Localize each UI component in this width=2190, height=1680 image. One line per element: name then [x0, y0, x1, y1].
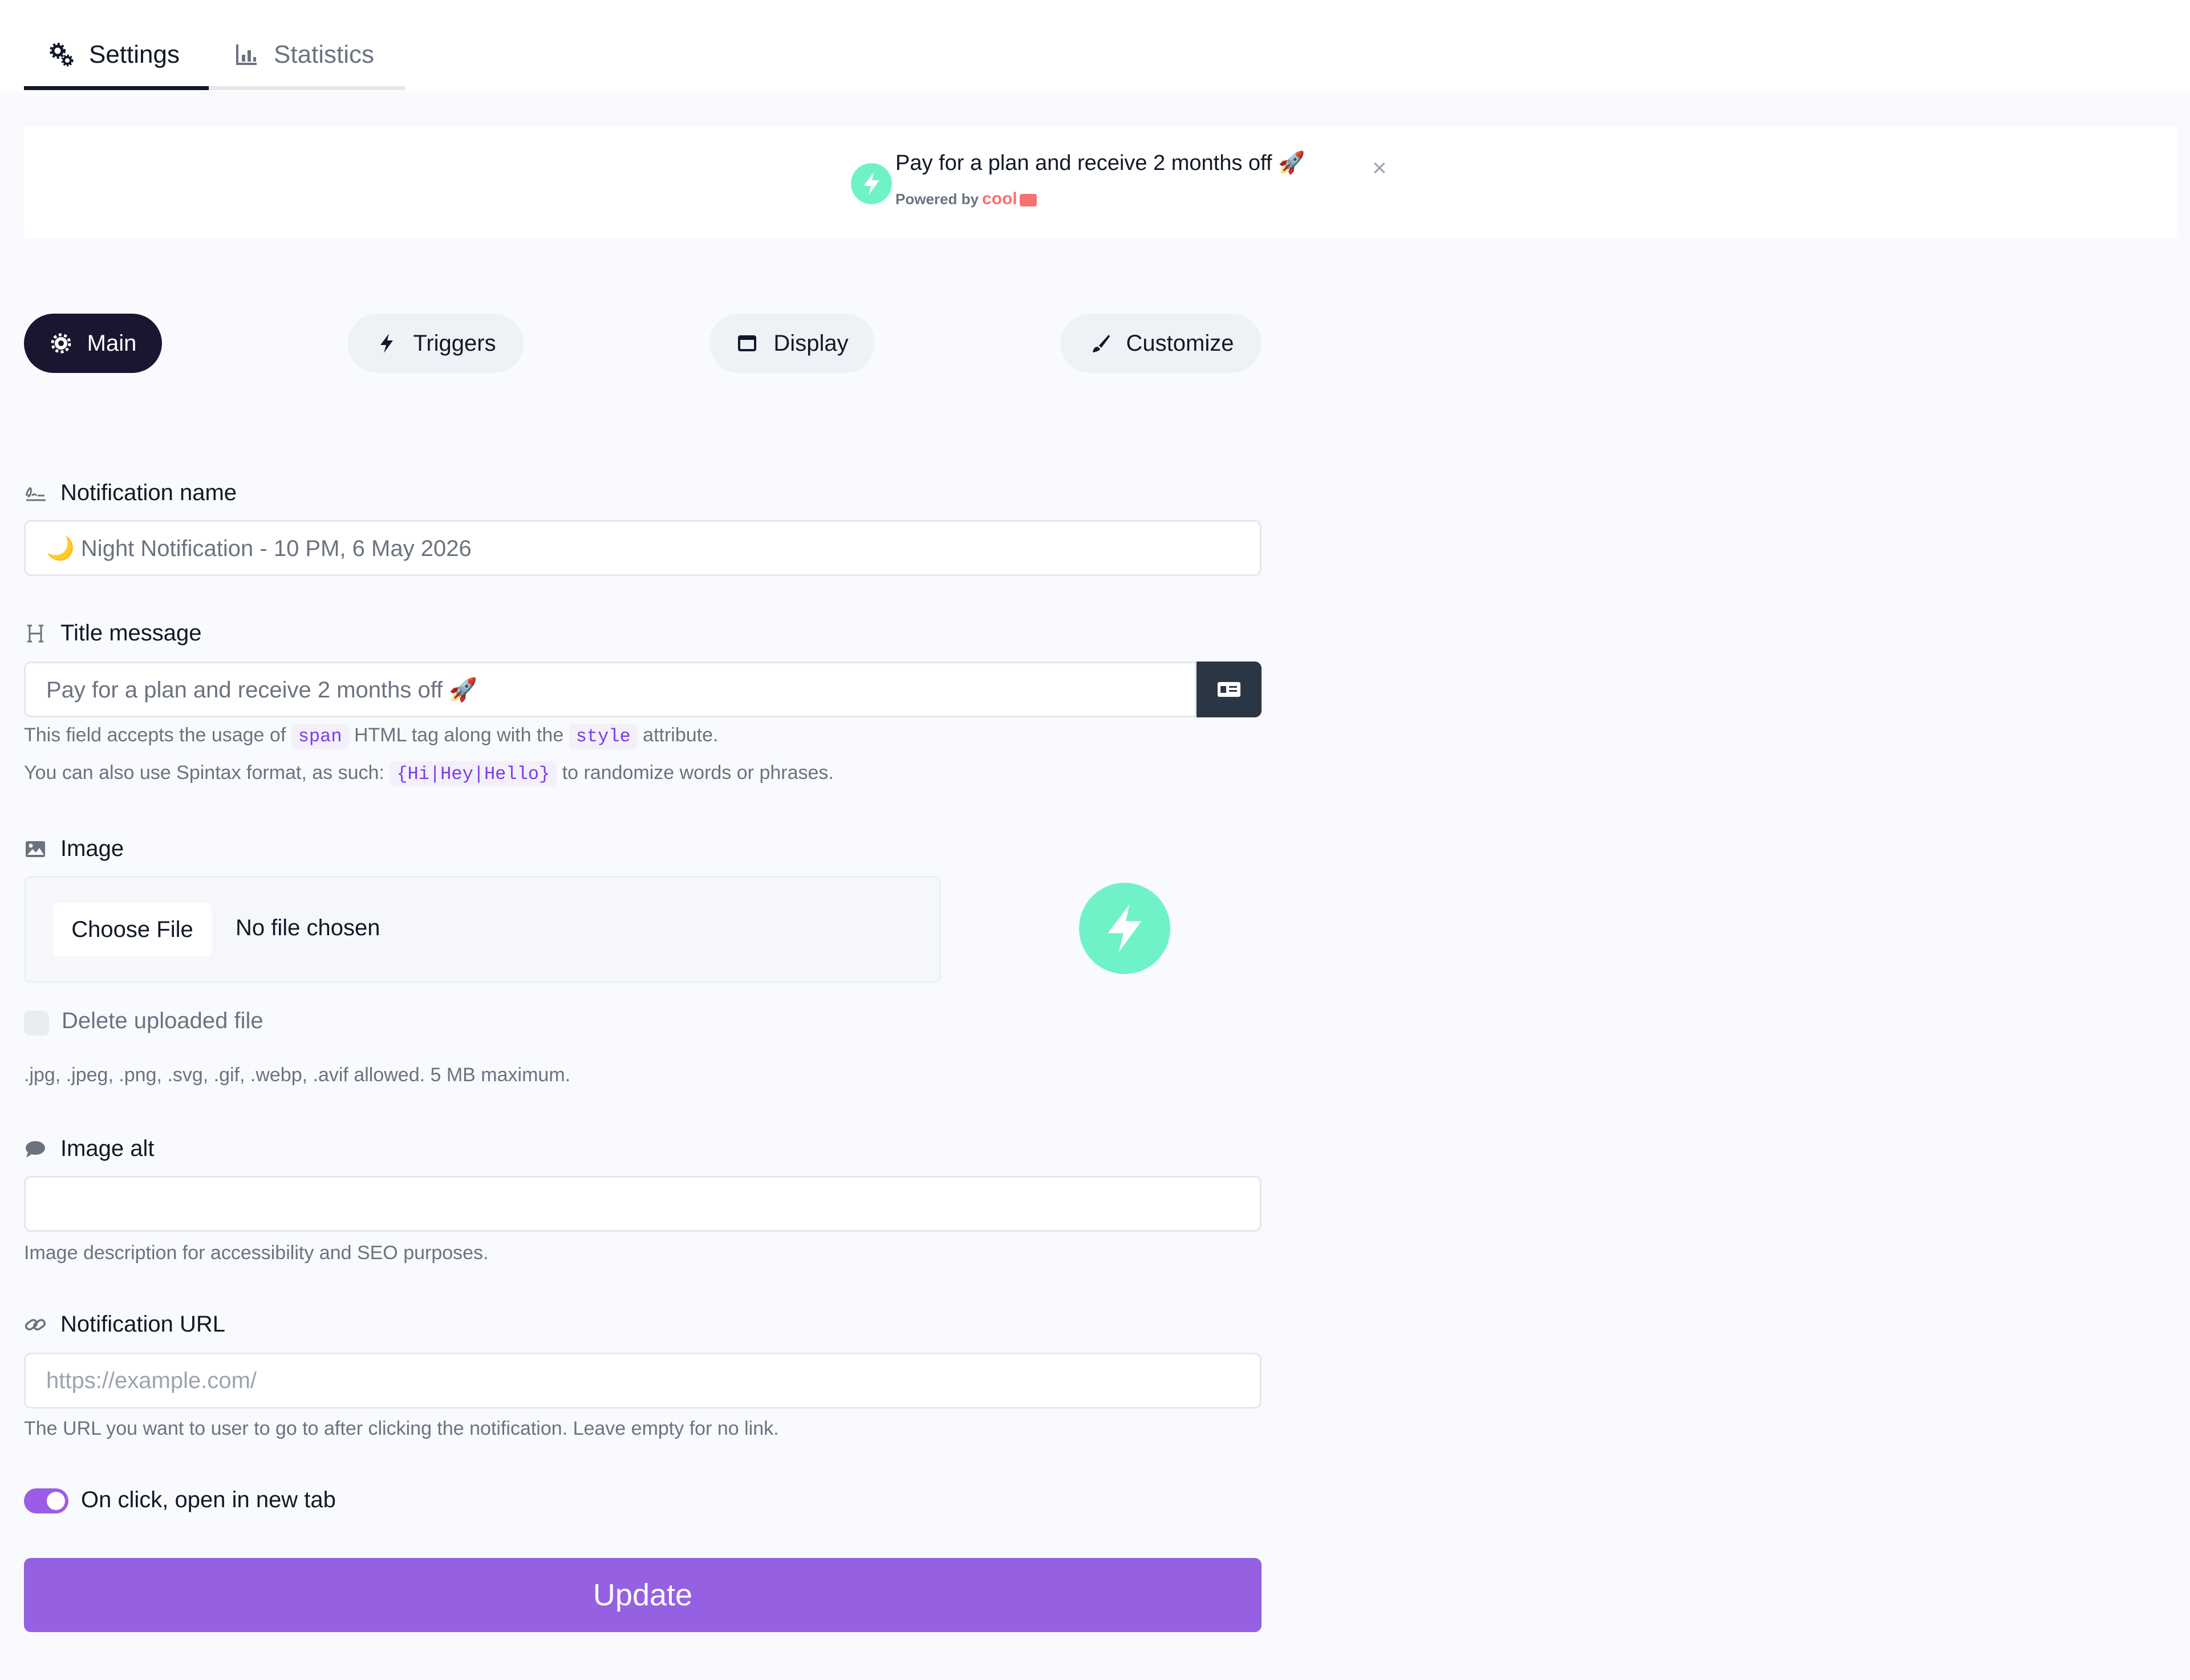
window-icon [736, 332, 759, 355]
file-status-text: No file chosen [236, 915, 380, 940]
notification-name-label-text: Notification name [60, 480, 237, 505]
choose-file-button[interactable]: Choose File [53, 903, 212, 956]
section-tab-display-label: Display [773, 330, 849, 356]
section-tab-triggers-label: Triggers [413, 330, 496, 356]
brand-bubble-icon [1019, 194, 1037, 207]
notification-url-help: The URL you want to user to go to after … [24, 1418, 779, 1439]
link-icon [24, 1313, 47, 1336]
banner-powered-by: Powered by cool [895, 189, 1037, 209]
bar-chart-icon [233, 41, 260, 68]
image-allowed-help: .jpg, .jpeg, .png, .svg, .gif, .webp, .a… [24, 1064, 571, 1086]
tab-statistics[interactable]: Statistics [209, 23, 405, 90]
image-alt-label-text: Image alt [60, 1136, 155, 1161]
code-spintax: {Hi|Hey|Hello} [390, 761, 557, 787]
banner-title: Pay for a plan and receive 2 months off … [895, 151, 1305, 175]
notification-name-label: Notification name [24, 480, 237, 506]
bolt-icon [1108, 904, 1142, 952]
signature-icon [24, 482, 47, 505]
image-alt-help: Image description for accessibility and … [24, 1242, 489, 1264]
tab-settings[interactable]: Settings [24, 23, 209, 90]
title-message-help-2: You can also use Spintax format, as such… [24, 761, 834, 787]
title-message-value: Pay for a plan and receive 2 months off … [46, 677, 478, 703]
help-text: This field accepts the usage of [24, 724, 286, 746]
toggle-knob [47, 1492, 65, 1510]
image-label-text: Image [60, 836, 124, 861]
code-span: span [291, 724, 349, 749]
section-tab-main[interactable]: Main [24, 314, 162, 373]
notification-url-label: Notification URL [24, 1312, 225, 1337]
banner-close-button[interactable]: × [1372, 154, 1387, 182]
help-text: attribute. [643, 724, 719, 746]
help-text: You can also use Spintax format, as such… [24, 762, 384, 784]
notification-url-label-text: Notification URL [60, 1312, 226, 1337]
section-tab-display[interactable]: Display [709, 314, 875, 373]
tab-settings-label: Settings [89, 40, 180, 68]
update-button[interactable]: Update [24, 1558, 1262, 1632]
powered-by-text: Powered by [895, 190, 979, 208]
title-message-label-text: Title message [60, 620, 202, 646]
section-tab-customize-label: Customize [1126, 330, 1234, 356]
delete-file-checkbox[interactable] [24, 1011, 49, 1036]
code-style: style [569, 724, 638, 749]
tab-statistics-label: Statistics [274, 40, 375, 68]
section-tab-main-label: Main [87, 330, 137, 356]
image-preview [1079, 883, 1170, 974]
emoji-picker-button[interactable] [1197, 662, 1262, 717]
bolt-icon [375, 332, 398, 355]
notification-name-value: 🌙 Night Notification - 10 PM, 6 May 2026 [46, 535, 472, 561]
banner-logo [851, 163, 892, 204]
image-label: Image [24, 836, 124, 862]
promo-banner[interactable]: Pay for a plan and receive 2 months off … [24, 127, 2177, 237]
brand-name: cool [982, 189, 1017, 208]
gear-icon [50, 332, 72, 355]
app-root: Settings Statistics Pay for a plan and r… [0, 0, 2190, 1680]
paintbrush-icon [1089, 332, 1112, 355]
title-message-input[interactable]: Pay for a plan and receive 2 months off … [24, 662, 1197, 717]
notification-name-input[interactable]: 🌙 Night Notification - 10 PM, 6 May 2026 [24, 520, 1262, 576]
image-icon [24, 838, 47, 861]
id-card-icon [1218, 682, 1240, 697]
section-tab-triggers[interactable]: Triggers [348, 314, 524, 373]
gears-icon [48, 41, 75, 68]
open-new-tab-label: On click, open in new tab [81, 1487, 336, 1512]
image-alt-label: Image alt [24, 1136, 155, 1162]
notification-url-input[interactable]: https://example.com/ [24, 1353, 1262, 1409]
title-message-help-1: This field accepts the usage of span HTM… [24, 724, 719, 749]
file-upload-box: Choose File No file chosen [24, 876, 941, 983]
delete-file-label: Delete uploaded file [62, 1008, 263, 1033]
heading-icon [24, 622, 47, 645]
image-alt-input[interactable] [24, 1176, 1262, 1232]
open-new-tab-toggle[interactable] [24, 1488, 68, 1513]
help-text: HTML tag along with the [354, 724, 564, 746]
help-text: to randomize words or phrases. [562, 762, 834, 784]
bolt-icon [863, 172, 879, 195]
comment-icon [24, 1138, 47, 1160]
notification-url-placeholder: https://example.com/ [46, 1367, 257, 1393]
top-tabbar: Settings Statistics [0, 0, 2190, 91]
title-message-label: Title message [24, 620, 202, 646]
section-tab-customize[interactable]: Customize [1061, 314, 1262, 373]
